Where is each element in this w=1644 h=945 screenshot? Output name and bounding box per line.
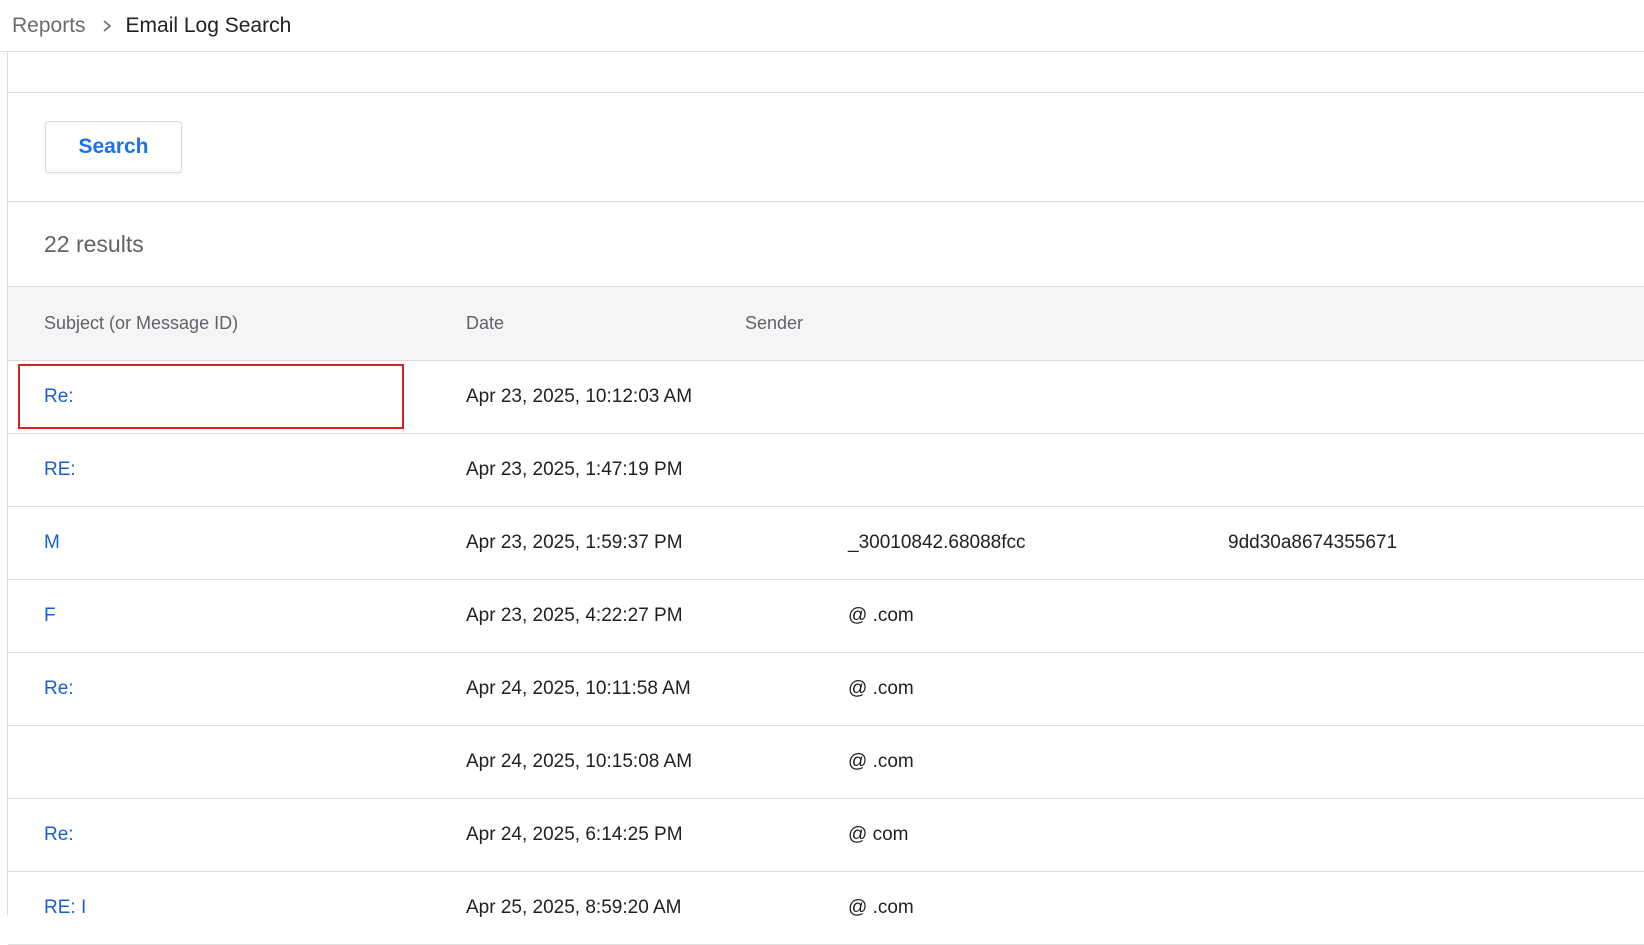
subject-link[interactable]: Re: [44,799,74,871]
chevron-right-icon [100,19,114,33]
table-row[interactable]: Re: Apr 23, 2025, 10:12:03 AM [8,361,1644,434]
table-row[interactable]: RE: Apr 23, 2025, 1:47:19 PM [8,434,1644,507]
sender-cell: @ com [848,824,909,845]
date-cell: Apr 23, 2025, 1:47:19 PM [466,459,683,480]
subject-link[interactable]: Re: [44,361,74,433]
subject-link[interactable]: RE: I [44,872,86,944]
page-title: Email Log Search [125,13,292,37]
table-row[interactable]: Re: Apr 24, 2025, 6:14:25 PM @ com [8,799,1644,872]
column-header-sender[interactable]: Sender [745,313,803,334]
sender-cell: _30010842.68088fcc [848,532,1026,553]
filter-bar[interactable] [8,52,1644,93]
table-row[interactable]: Re: Apr 24, 2025, 10:11:58 AM @ .com [8,653,1644,726]
date-cell: Apr 23, 2025, 10:12:03 AM [466,386,693,407]
sender-cell: @ .com [848,678,914,699]
message-id-cell: 9dd30a8674355671 [1228,532,1398,553]
subject-link[interactable]: F [44,580,56,652]
table-row[interactable]: Apr 24, 2025, 10:15:08 AM @ .com [8,726,1644,799]
table-row[interactable]: M Apr 23, 2025, 1:59:37 PM _30010842.680… [8,507,1644,580]
search-area: Search [8,93,1644,202]
sender-cell: @ .com [848,897,914,918]
date-cell: Apr 25, 2025, 8:59:20 AM [466,897,682,918]
table-header: Subject (or Message ID) Date Sender [8,286,1644,361]
search-button[interactable]: Search [45,121,182,173]
column-header-date[interactable]: Date [466,313,504,334]
breadcrumb: Reports Email Log Search [0,0,1644,52]
date-cell: Apr 24, 2025, 10:15:08 AM [466,751,693,772]
sender-cell: @ .com [848,751,914,772]
breadcrumb-reports-link[interactable]: Reports [12,14,86,38]
results-count: 22 results [44,230,144,257]
table-row[interactable]: RE: I Apr 25, 2025, 8:59:20 AM @ .com [8,872,1644,945]
date-cell: Apr 24, 2025, 10:11:58 AM [466,678,691,699]
subject-link[interactable]: Re: [44,653,74,725]
date-cell: Apr 23, 2025, 1:59:37 PM [466,532,683,553]
date-cell: Apr 23, 2025, 4:22:27 PM [466,605,683,626]
column-header-subject[interactable]: Subject (or Message ID) [44,313,238,334]
email-log-panel: Search 22 results Subject (or Message ID… [7,52,1644,945]
sender-cell: @ .com [848,605,914,626]
highlight-annotation [18,364,404,429]
table-row[interactable]: F Apr 23, 2025, 4:22:27 PM @ .com [8,580,1644,653]
subject-link[interactable]: RE: [44,434,76,506]
date-cell: Apr 24, 2025, 6:14:25 PM [466,824,683,845]
subject-link[interactable]: M [44,507,60,579]
